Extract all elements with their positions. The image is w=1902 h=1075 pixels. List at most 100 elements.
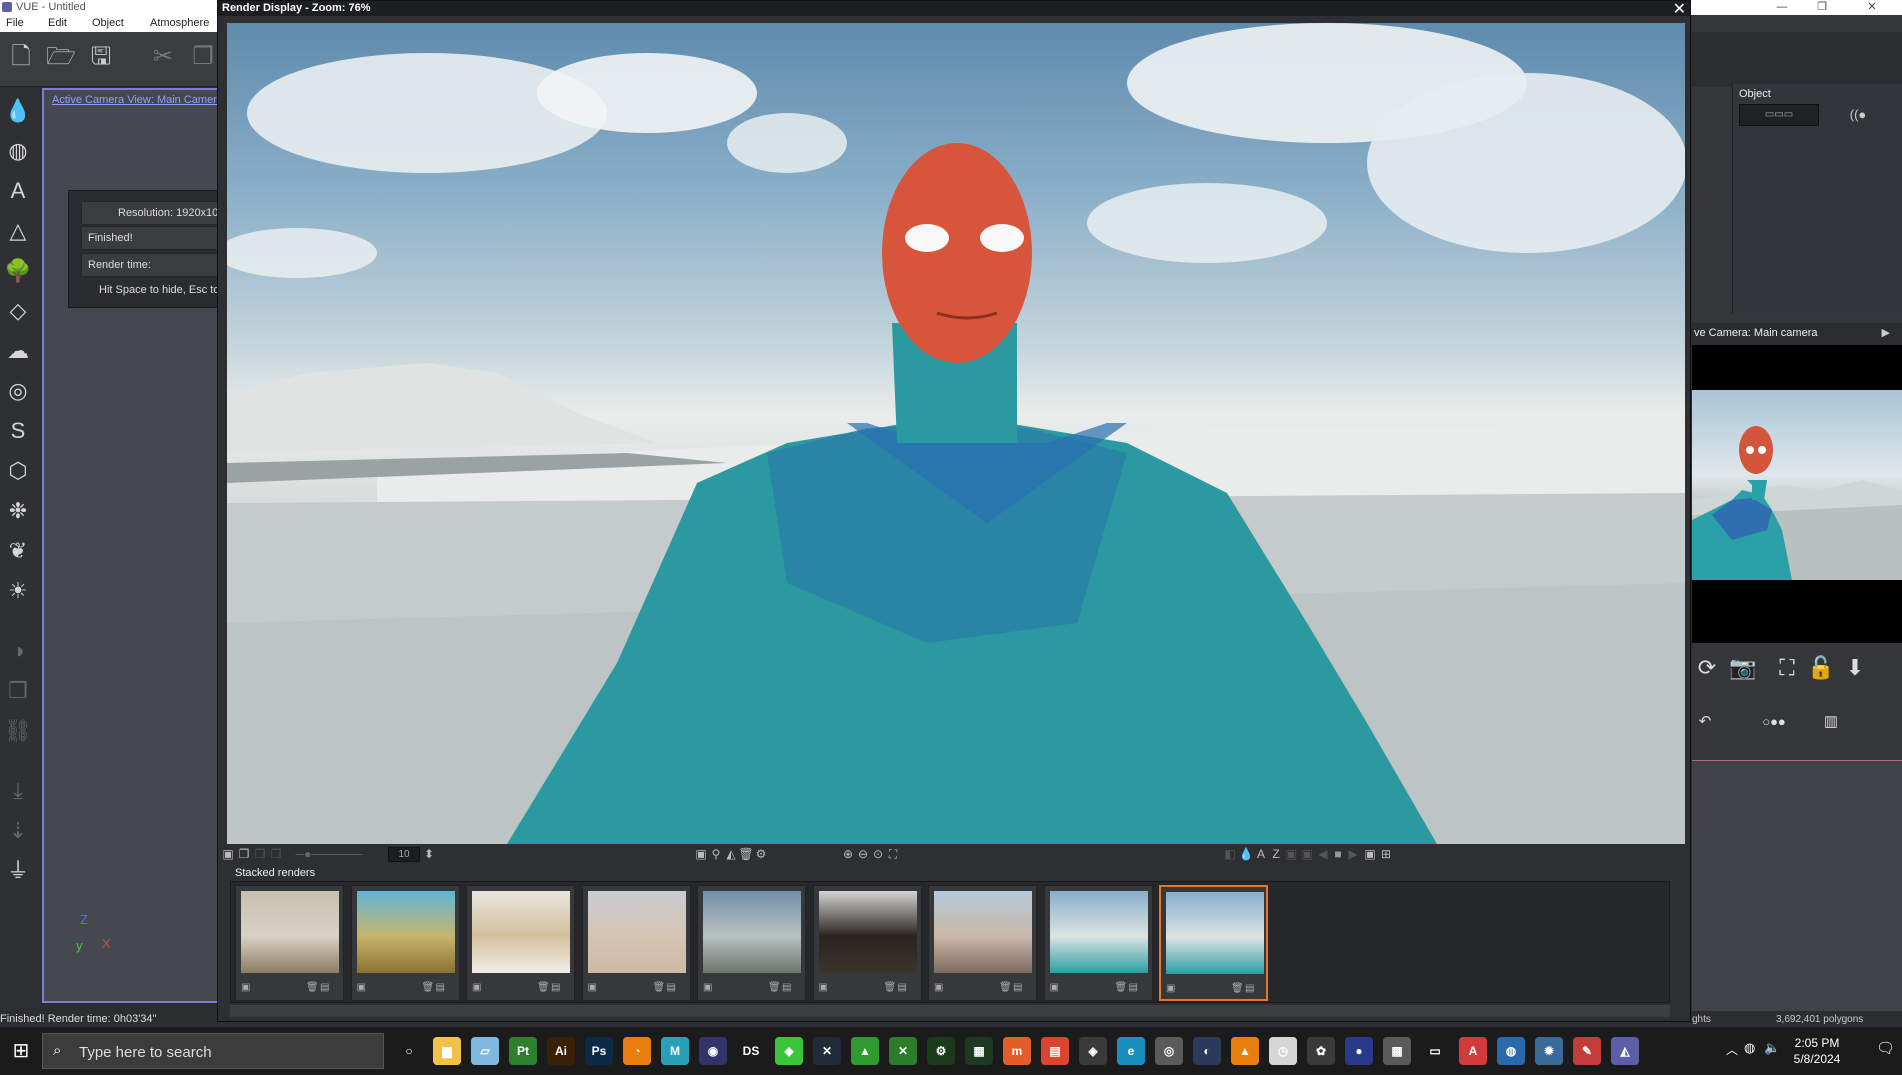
camera-icon[interactable]: 📷 bbox=[1728, 653, 1758, 683]
a-app-icon[interactable]: ▲ bbox=[851, 1037, 879, 1065]
save-icon[interactable]: ▤ bbox=[1129, 982, 1138, 993]
stack-thumbnail-city-ruins[interactable] bbox=[934, 891, 1032, 973]
davinci-icon[interactable]: ◐ bbox=[1193, 1037, 1221, 1065]
chevron-right-icon[interactable]: ▶ bbox=[1882, 326, 1890, 339]
boolean-icon[interactable]: ◑ bbox=[3, 636, 33, 666]
zoom-fit-icon[interactable]: ⊙ bbox=[870, 847, 886, 861]
render-area-icon[interactable]: ▣ bbox=[220, 847, 236, 861]
nav-left-icon[interactable]: ◀ bbox=[1315, 847, 1331, 861]
channel-prev-icon[interactable]: ◧ bbox=[1222, 847, 1238, 861]
trash-icon[interactable]: 🗑 bbox=[999, 982, 1012, 993]
notifications-icon[interactable]: 🗨 bbox=[1876, 1039, 1895, 1057]
image-export-icon[interactable]: ▣ bbox=[693, 847, 709, 861]
plant-icon[interactable]: ❦ bbox=[3, 536, 33, 566]
open-folder-icon[interactable]: 🗁 bbox=[46, 42, 76, 72]
lock-open-icon[interactable]: 🔓 bbox=[1806, 653, 1836, 683]
toggle-switch-icon[interactable]: ((● bbox=[1833, 104, 1883, 126]
expand-icon[interactable]: ⊞ bbox=[1378, 847, 1394, 861]
stack-item[interactable]: ▣ 🗑 ▤ bbox=[1043, 885, 1153, 1001]
stack-item[interactable]: ▣ 🗑 ▤ bbox=[466, 885, 575, 1001]
cubes-icon[interactable]: ▦ bbox=[965, 1037, 993, 1065]
stack-scrollbar[interactable] bbox=[230, 1005, 1670, 1017]
settings-icon[interactable]: ⚙ bbox=[753, 847, 769, 861]
object-button[interactable]: ▭▭▭ bbox=[1739, 104, 1819, 126]
red-app-icon[interactable]: ▤ bbox=[1041, 1037, 1069, 1065]
stack-item[interactable]: ▣ 🗑 ▤ bbox=[812, 885, 922, 1001]
vue-app-icon[interactable]: ◭ bbox=[1611, 1037, 1639, 1065]
frame-icon[interactable]: ⛶ bbox=[1772, 653, 1802, 683]
options-icon[interactable]: ▣ bbox=[357, 982, 366, 993]
photoshop-icon[interactable]: Ps bbox=[585, 1037, 613, 1065]
trash-icon[interactable]: 🗑 bbox=[738, 847, 754, 861]
zoom-slider[interactable]: ─●────── bbox=[284, 847, 374, 861]
menu-edit[interactable]: Edit bbox=[48, 17, 67, 29]
stack-thumbnail-woman-tpose[interactable] bbox=[472, 891, 570, 973]
stack-thumbnail-teal-figure-selected[interactable] bbox=[1166, 892, 1264, 974]
trash-icon[interactable]: 🗑 bbox=[1231, 983, 1244, 994]
molecule-icon[interactable]: ❉ bbox=[3, 496, 33, 526]
trash-icon[interactable]: 🗑 bbox=[306, 982, 319, 993]
channel-icon[interactable]: ▣ bbox=[1283, 847, 1299, 861]
copy-icon[interactable]: ❐ bbox=[188, 42, 218, 72]
x-app-icon[interactable]: ✕ bbox=[813, 1037, 841, 1065]
nav-right-icon[interactable]: ▶ bbox=[1345, 847, 1361, 861]
snapshot-icon[interactable]: ▣ bbox=[1362, 847, 1378, 861]
download-icon[interactable]: ⬇ bbox=[1840, 653, 1870, 683]
stack-item[interactable]: ▣ 🗑 ▤ bbox=[350, 885, 460, 1001]
terrain-icon[interactable]: △ bbox=[3, 216, 33, 246]
link-icon[interactable]: ⛓ bbox=[3, 716, 33, 746]
options-icon[interactable]: ▣ bbox=[819, 982, 828, 993]
trash-icon[interactable]: 🗑 bbox=[768, 982, 781, 993]
terminal-icon[interactable]: ▭ bbox=[1421, 1037, 1449, 1065]
sphere-icon[interactable]: ◍ bbox=[3, 136, 33, 166]
options-icon[interactable]: ▣ bbox=[472, 982, 481, 993]
render-image[interactable] bbox=[227, 23, 1685, 844]
sphere-app-icon[interactable]: ● bbox=[1345, 1037, 1373, 1065]
save-icon[interactable]: ▤ bbox=[782, 982, 791, 993]
menu-object[interactable]: Object bbox=[92, 17, 124, 29]
pdf-icon[interactable]: ✎ bbox=[1573, 1037, 1601, 1065]
cut-icon[interactable]: ✂ bbox=[148, 42, 178, 72]
cortana-icon[interactable]: ○ bbox=[395, 1037, 423, 1065]
save-icon[interactable]: ▤ bbox=[1013, 982, 1022, 993]
zoom-in-icon[interactable]: ⊕ bbox=[840, 847, 856, 861]
trash-icon[interactable]: 🗑 bbox=[653, 982, 666, 993]
menu-atmosphere[interactable]: Atmosphere bbox=[150, 17, 209, 29]
stack-item[interactable]: ▣ 🗑 ▤ bbox=[1159, 885, 1268, 1001]
planet-icon[interactable]: ◎ bbox=[3, 376, 33, 406]
stack-thumbnail-teal-figure[interactable] bbox=[1049, 891, 1148, 973]
chrome-icon[interactable]: ◎ bbox=[1155, 1037, 1183, 1065]
options-icon[interactable]: ▣ bbox=[934, 982, 943, 993]
stack-item[interactable]: ▣ 🗑 ▤ bbox=[581, 885, 691, 1001]
trash-icon[interactable]: 🗑 bbox=[537, 982, 550, 993]
stack-item[interactable]: ▣ 🗑 ▤ bbox=[697, 885, 806, 1001]
x-green-icon[interactable]: ✕ bbox=[889, 1037, 917, 1065]
depth-channel-icon[interactable]: Z bbox=[1268, 847, 1284, 861]
trash-icon[interactable]: 🗑 bbox=[422, 982, 435, 993]
save-icon[interactable]: 🖫 bbox=[86, 42, 116, 72]
color-swatch-icon[interactable]: ■ bbox=[1330, 847, 1346, 861]
camera-viewport[interactable]: Active Camera View: Main Camera Resoluti… bbox=[42, 88, 231, 1003]
stepper-icon[interactable]: ⬍ bbox=[421, 847, 437, 861]
close-window-icon[interactable]: ✕ bbox=[1852, 0, 1892, 15]
stack-thumbnail-ruins-dark[interactable] bbox=[818, 891, 917, 973]
orange-app-icon[interactable]: m bbox=[1003, 1037, 1031, 1065]
columns-icon[interactable]: ▥ bbox=[1816, 707, 1846, 737]
globe-app-icon[interactable]: ◍ bbox=[1497, 1037, 1525, 1065]
dots-icon[interactable]: ○●● bbox=[1754, 707, 1794, 737]
search-input[interactable] bbox=[79, 1041, 369, 1063]
spline-icon[interactable]: S bbox=[3, 416, 33, 446]
notepad-icon[interactable]: ▱ bbox=[471, 1037, 499, 1065]
drop-to-ground-icon[interactable]: ⤓ bbox=[3, 776, 33, 806]
mixamo-icon[interactable]: M bbox=[661, 1037, 689, 1065]
stack-item[interactable]: ▣ 🗑 ▤ bbox=[235, 885, 344, 1001]
orbit-icon[interactable]: ⟳ bbox=[1692, 653, 1722, 683]
paw-app-icon[interactable]: ✹ bbox=[1535, 1037, 1563, 1065]
stack-thumbnail-figure-desert[interactable] bbox=[241, 891, 339, 973]
options-icon[interactable]: ▣ bbox=[703, 982, 712, 993]
save-icon[interactable]: ▤ bbox=[667, 982, 676, 993]
file-explorer-icon[interactable]: ▆ bbox=[433, 1037, 461, 1065]
trash-icon[interactable]: 🗑 bbox=[884, 982, 897, 993]
illustrator-icon[interactable]: Ai bbox=[547, 1037, 575, 1065]
edge-icon[interactable]: e bbox=[1117, 1037, 1145, 1065]
